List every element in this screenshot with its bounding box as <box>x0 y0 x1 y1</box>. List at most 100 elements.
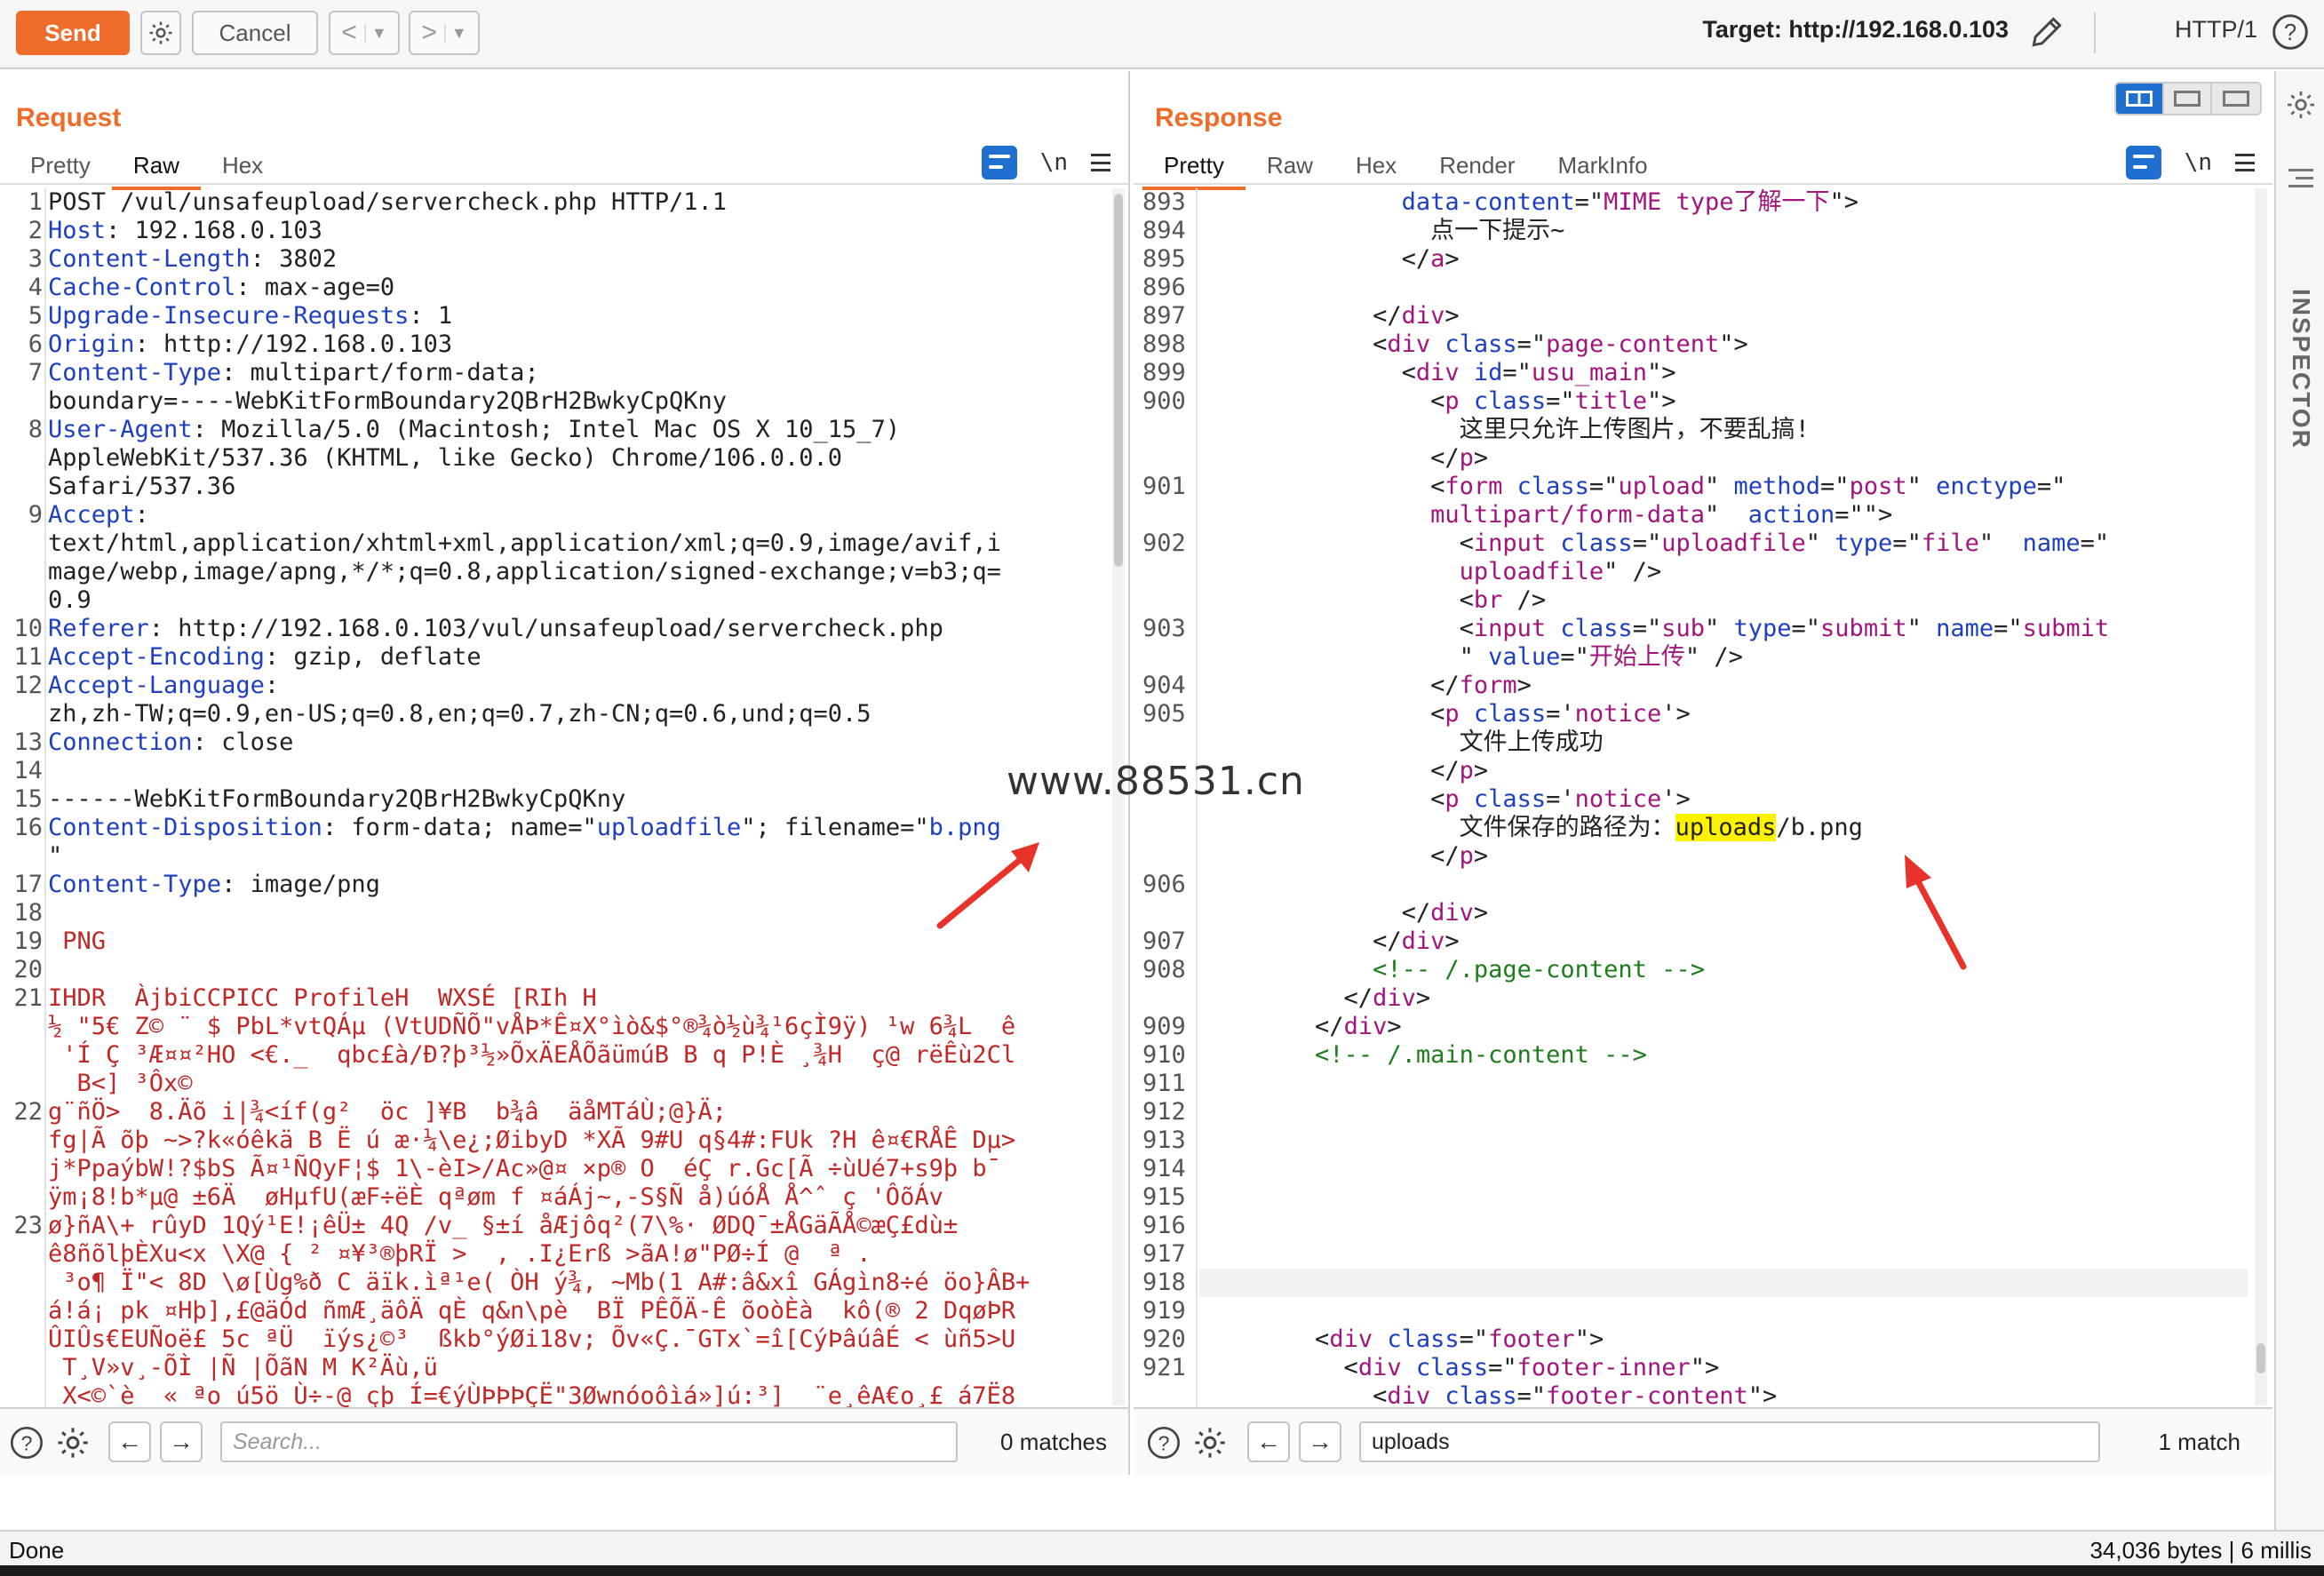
code-line[interactable]: 文件保存的路径为：uploads/b.png <box>1199 814 2248 842</box>
word-wrap-icon[interactable] <box>2125 146 2161 179</box>
code-line[interactable]: <div id="usu_main"> <box>1199 359 2248 387</box>
code-line[interactable]: POST /vul/unsafeupload/servercheck.php H… <box>48 188 1105 217</box>
history-back-button[interactable]: < ▼ <box>329 11 400 55</box>
code-line[interactable]: Content-Length: 3802 <box>48 245 1105 274</box>
code-line[interactable]: fg|Ã õþ ~>?k«óêkä B Ë ú æ·¼\e¿;ØibyD *XÃ… <box>48 1126 1105 1155</box>
code-line[interactable] <box>1199 1098 2248 1126</box>
code-line[interactable]: B<] ³Ôx© <box>48 1070 1105 1098</box>
code-line[interactable] <box>48 757 1105 785</box>
code-line[interactable]: T¸V»v¸-ÕÌ |Ñ |ÕãN M K²Äù,ü <box>48 1354 1105 1382</box>
gear-icon[interactable] <box>55 1425 91 1461</box>
code-line[interactable] <box>48 956 1105 984</box>
code-line[interactable]: data-content="MIME type了解一下"> <box>1199 188 2248 217</box>
code-line[interactable]: Connection: close <box>48 728 1105 757</box>
word-wrap-icon[interactable] <box>981 146 1017 179</box>
send-button[interactable]: Send <box>16 11 130 55</box>
code-line[interactable] <box>1199 1155 2248 1183</box>
code-line[interactable]: uploadfile" /> <box>1199 558 2248 586</box>
code-line[interactable]: </p> <box>1199 842 2248 871</box>
code-line[interactable]: ³o¶ Ï"< 8D \ø[Ùg%ð C äïk.ìª¹e( ÒH ý¾, ~M… <box>48 1269 1105 1297</box>
code-line[interactable]: <input class="uploadfile" type="file" na… <box>1199 529 2248 558</box>
code-line[interactable]: <br /> <box>1199 586 2248 615</box>
inspector-notes-icon[interactable] <box>2288 169 2313 193</box>
code-line[interactable]: mage/webp,image/apng,*/*;q=0.8,applicati… <box>48 558 1105 586</box>
code-line[interactable]: text/html,application/xhtml+xml,applicat… <box>48 529 1105 558</box>
request-scroll-thumb[interactable] <box>1114 194 1123 567</box>
layout-tabs-button[interactable] <box>2212 84 2260 114</box>
code-line[interactable]: Accept: <box>48 501 1105 529</box>
show-newlines-button[interactable]: \n <box>2185 149 2212 176</box>
code-line[interactable]: 'Í Ç ³Æ¤¤²HO <€._ qbc£à/Ð?þ³½»ÕxÄEÅÕãümú… <box>48 1041 1105 1070</box>
code-line[interactable]: 0.9 <box>48 586 1105 615</box>
code-line[interactable]: multipart/form-data" action=""> <box>1199 501 2248 529</box>
code-line[interactable] <box>1199 1212 2248 1240</box>
edit-target-pencil-icon[interactable] <box>2027 12 2066 52</box>
code-line[interactable]: 这里只允许上传图片，不要乱搞! <box>1199 416 2248 444</box>
search-previous-button[interactable]: ← <box>108 1421 151 1462</box>
code-line[interactable] <box>1199 871 2248 899</box>
code-line[interactable]: </div> <box>1199 927 2248 956</box>
code-line[interactable] <box>1199 1240 2248 1269</box>
settings-button[interactable] <box>140 11 181 55</box>
code-line[interactable] <box>1199 1297 2248 1325</box>
code-line[interactable]: Accept-Encoding: gzip, deflate <box>48 643 1105 672</box>
code-line[interactable]: boundary=----WebKitFormBoundary2QBrH2Bwk… <box>48 387 1105 416</box>
show-newlines-button[interactable]: \n <box>1040 149 1068 176</box>
help-icon[interactable]: ? <box>2271 12 2310 52</box>
hamburger-menu-icon[interactable] <box>2235 154 2255 171</box>
code-line[interactable]: <!-- /.page-content --> <box>1199 956 2248 984</box>
response-code[interactable]: data-content="MIME type了解一下"> 点一下提示~ </a… <box>1199 188 2248 1439</box>
code-line[interactable]: </div> <box>1199 1013 2248 1041</box>
code-line[interactable]: ÿm¡8!b*µ@ ±6Ä øHµfU(æF÷ëÈ qªøm f ¤áÁj~,-… <box>48 1183 1105 1212</box>
request-search-input[interactable] <box>220 1421 958 1462</box>
code-line[interactable]: ½ "5€ Z© ¨ $ PbL*vtQÁµ (VtUDÑÕ"vÅÞ*Ê¤X°ì… <box>48 1013 1105 1041</box>
code-line[interactable]: <!-- /.main-content --> <box>1199 1041 2248 1070</box>
hamburger-menu-icon[interactable] <box>1091 154 1110 171</box>
response-scrollbar[interactable] <box>2255 188 2267 1405</box>
code-line[interactable]: </div> <box>1199 984 2248 1013</box>
code-line[interactable]: User-Agent: Mozilla/5.0 (Macintosh; Inte… <box>48 416 1105 444</box>
code-line[interactable]: j*PpaýbW!?$bS Ã¤¹ÑQyF¦$ 1\-èI>/Ac»@¤ ×p®… <box>48 1155 1105 1183</box>
history-forward-button[interactable]: > ▼ <box>409 11 480 55</box>
code-line[interactable]: </div> <box>1199 899 2248 927</box>
code-line[interactable]: <div class="footer"> <box>1199 1325 2248 1354</box>
cancel-button[interactable]: Cancel <box>192 11 318 55</box>
search-previous-button[interactable]: ← <box>1247 1421 1290 1462</box>
code-line[interactable]: 文件上传成功 <box>1199 728 2248 757</box>
code-line[interactable] <box>1199 1126 2248 1155</box>
code-line[interactable]: </p> <box>1199 757 2248 785</box>
code-line[interactable]: <div class="page-content"> <box>1199 330 2248 359</box>
code-line[interactable]: ------WebKitFormBoundary2QBrH2BwkyCpQKny <box>48 785 1105 814</box>
request-editor[interactable]: 1234567891011121314151617181920212223242… <box>0 188 1110 1475</box>
help-icon[interactable]: ? <box>1146 1425 1182 1461</box>
inspector-label[interactable]: INSPECTOR <box>2287 289 2315 450</box>
code-line[interactable]: <p class='notice'> <box>1199 785 2248 814</box>
code-line[interactable]: Safari/537.36 <box>48 473 1105 501</box>
code-line[interactable]: Content-Type: multipart/form-data; <box>48 359 1105 387</box>
response-search-input[interactable] <box>1359 1421 2100 1462</box>
code-line[interactable]: Cache-Control: max-age=0 <box>48 274 1105 302</box>
code-line[interactable]: Accept-Language: <box>48 672 1105 700</box>
code-line[interactable]: </a> <box>1199 245 2248 274</box>
layout-stacked-button[interactable] <box>2164 84 2212 114</box>
code-line[interactable]: Origin: http://192.168.0.103 <box>48 330 1105 359</box>
code-line[interactable]: " value="开始上传" /> <box>1199 643 2248 672</box>
code-line[interactable]: <div class="footer-inner"> <box>1199 1354 2248 1382</box>
gear-icon[interactable] <box>1192 1425 1228 1461</box>
layout-side-by-side-button[interactable] <box>2116 84 2164 114</box>
code-line[interactable]: Host: 192.168.0.103 <box>48 217 1105 245</box>
code-line[interactable]: g¨ñÖ> 8.Äõ i|¾<íf(g² öc ]¥B b¾â äåMTáÙ;@… <box>48 1098 1105 1126</box>
code-line[interactable] <box>1199 274 2248 302</box>
response-editor[interactable]: 893 894 895 896 897 898 899 900 901 902 903 904 905 9… <box>1134 188 2255 1475</box>
code-line[interactable]: <p class="title"> <box>1199 387 2248 416</box>
http-version-label[interactable]: HTTP/1 <box>2175 16 2257 44</box>
request-code[interactable]: POST /vul/unsafeupload/servercheck.php H… <box>48 188 1105 1468</box>
code-line[interactable]: <input class="sub" type="submit" name="s… <box>1199 615 2248 643</box>
search-next-button[interactable]: → <box>160 1421 203 1462</box>
code-line[interactable]: Upgrade-Insecure-Requests: 1 <box>48 302 1105 330</box>
search-next-button[interactable]: → <box>1299 1421 1341 1462</box>
inspector-sidebar[interactable]: INSPECTOR <box>2274 71 2324 1548</box>
code-line[interactable]: ÛIÛs€EUÑoë£ 5c ªÜ ïýs¿©³ ßkb°ýØi18v; Õv«… <box>48 1325 1105 1354</box>
code-line[interactable]: ê8ñõlþÈXu<x \X@ { ² ¤¥³®þRÏ > , .I¿Erß >… <box>48 1240 1105 1269</box>
code-line[interactable]: ø}ñA\+ rûyD 1Qý¹E!¡êÜ± 4Q /v_ §±í åÆjôq²… <box>48 1212 1105 1240</box>
